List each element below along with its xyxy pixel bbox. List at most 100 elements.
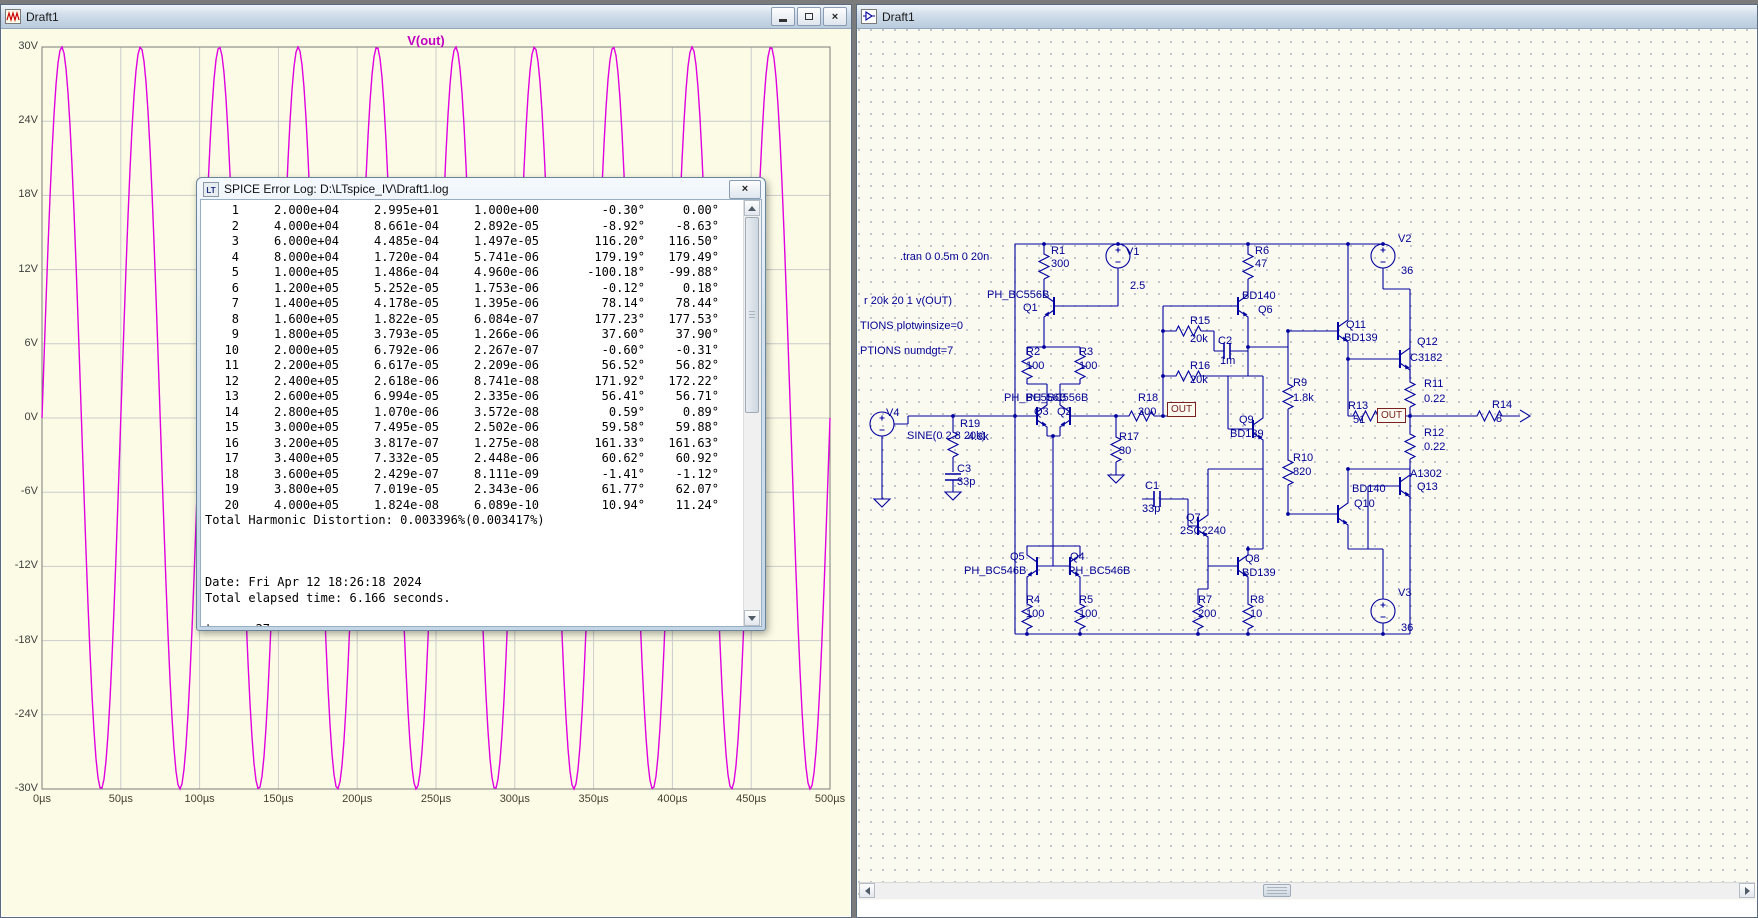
- vscroll-thumb[interactable]: [745, 217, 759, 413]
- spice-directive[interactable]: .tran 0 0.5m 0 20n: [900, 251, 989, 263]
- component-label[interactable]: 100: [1026, 360, 1044, 372]
- component-label[interactable]: R8: [1250, 594, 1264, 606]
- component-label[interactable]: BD139: [1230, 428, 1264, 440]
- component-label[interactable]: Q10: [1354, 498, 1375, 510]
- component-label[interactable]: R7: [1198, 594, 1212, 606]
- component-label[interactable]: BD139: [1242, 567, 1276, 579]
- component-label[interactable]: Q8: [1245, 553, 1260, 565]
- component-label[interactable]: Q11: [1346, 319, 1366, 331]
- component-label[interactable]: C3: [957, 463, 971, 475]
- error-log-close-button[interactable]: ×: [729, 180, 761, 199]
- component-label[interactable]: Q1: [1023, 302, 1038, 314]
- component-label[interactable]: C2: [1218, 335, 1232, 347]
- component-label[interactable]: 33p: [1142, 503, 1160, 515]
- hscroll-thumb[interactable]: [1263, 884, 1291, 897]
- out-port-flag[interactable]: OUT: [1167, 402, 1196, 417]
- spice-directive[interactable]: PTIONS numdgt=7: [860, 345, 953, 357]
- component-label[interactable]: Q2: [1057, 406, 1072, 418]
- component-label[interactable]: R14: [1492, 399, 1512, 411]
- component-label[interactable]: 10: [1250, 608, 1262, 620]
- error-log-titlebar[interactable]: LT SPICE Error Log: D:\LTspice_IV\Draft1…: [197, 178, 765, 199]
- component-label[interactable]: 820: [1293, 466, 1311, 478]
- component-label[interactable]: 33p: [957, 476, 975, 488]
- component-label[interactable]: BD139: [1344, 332, 1378, 344]
- scroll-right-button[interactable]: [1739, 883, 1755, 898]
- component-label[interactable]: Q3: [1034, 406, 1049, 418]
- component-label[interactable]: 0.22: [1424, 441, 1445, 453]
- component-label[interactable]: Q6: [1258, 304, 1273, 316]
- component-label[interactable]: V3: [1398, 587, 1411, 599]
- restore-button[interactable]: [797, 7, 821, 26]
- component-label[interactable]: Q12: [1417, 336, 1438, 348]
- component-label[interactable]: R5: [1079, 594, 1093, 606]
- component-label[interactable]: 100: [1079, 360, 1097, 372]
- component-label[interactable]: 51: [1353, 414, 1365, 426]
- scroll-left-button[interactable]: [859, 883, 875, 898]
- component-label[interactable]: R19: [960, 418, 980, 430]
- error-log-vscrollbar[interactable]: [743, 200, 761, 626]
- out-port-flag[interactable]: OUT: [1377, 408, 1406, 423]
- component-label[interactable]: R2: [1026, 346, 1040, 358]
- component-label[interactable]: 200: [1198, 608, 1216, 620]
- component-label[interactable]: Q13: [1417, 481, 1438, 493]
- component-label[interactable]: C1: [1145, 480, 1159, 492]
- component-label[interactable]: R6: [1255, 245, 1269, 257]
- component-label[interactable]: 36: [1401, 622, 1413, 634]
- close-button[interactable]: ×: [823, 7, 847, 26]
- component-label[interactable]: A1302: [1410, 468, 1442, 480]
- component-label[interactable]: Q5: [1010, 551, 1025, 563]
- component-label[interactable]: V1: [1126, 246, 1139, 258]
- component-label[interactable]: V2: [1398, 233, 1411, 245]
- component-label[interactable]: V4: [886, 407, 899, 419]
- component-label[interactable]: 8: [1496, 413, 1502, 425]
- component-label[interactable]: 0.22: [1424, 393, 1445, 405]
- component-label[interactable]: BD140: [1242, 290, 1276, 302]
- component-label[interactable]: R15: [1190, 315, 1210, 327]
- scroll-up-button[interactable]: [744, 200, 760, 216]
- schematic-canvas[interactable]: .tran 0 0.5m 0 20n r 20k 20 1 v(OUT) TIONS…: [858, 29, 1756, 900]
- schematic-window-titlebar[interactable]: Draft1: [857, 5, 1757, 29]
- component-label[interactable]: 1m: [1220, 355, 1235, 367]
- component-label[interactable]: Q9: [1239, 414, 1254, 426]
- scroll-down-button[interactable]: [744, 610, 760, 626]
- component-label[interactable]: R13: [1348, 400, 1368, 412]
- component-label[interactable]: 100: [1026, 608, 1044, 620]
- component-label[interactable]: R18: [1138, 392, 1158, 404]
- component-label[interactable]: R3: [1079, 346, 1093, 358]
- component-label[interactable]: Q7: [1186, 512, 1201, 524]
- component-label[interactable]: 2SC2240: [1180, 525, 1226, 537]
- component-label[interactable]: 36: [1401, 265, 1413, 277]
- component-label[interactable]: 20k: [1190, 333, 1208, 345]
- component-label[interactable]: 300: [1051, 258, 1069, 270]
- component-label[interactable]: 20k: [1190, 374, 1208, 386]
- component-label[interactable]: PH_BC556B: [987, 289, 1049, 301]
- component-label[interactable]: R9: [1293, 377, 1307, 389]
- component-label[interactable]: R16: [1190, 360, 1210, 372]
- component-label[interactable]: R12: [1424, 427, 1444, 439]
- component-label[interactable]: R17: [1119, 431, 1139, 443]
- minimize-button[interactable]: [771, 7, 795, 26]
- component-label[interactable]: 2.5: [1130, 280, 1145, 292]
- component-label[interactable]: R11: [1424, 378, 1443, 390]
- component-label[interactable]: BD140: [1352, 483, 1386, 495]
- component-label[interactable]: R10: [1293, 452, 1313, 464]
- component-label[interactable]: Q4: [1070, 551, 1085, 563]
- component-label[interactable]: 30: [1119, 445, 1131, 457]
- spice-directive[interactable]: r 20k 20 1 v(OUT): [864, 295, 952, 307]
- component-label[interactable]: PH_BC546B: [964, 565, 1026, 577]
- error-log-text[interactable]: 12.000e+042.995e+011.000e+00-0.30°0.00°2…: [201, 200, 744, 626]
- schematic-hscrollbar[interactable]: [859, 882, 1755, 899]
- component-label[interactable]: 1.8k: [1293, 392, 1314, 404]
- component-label[interactable]: R1: [1051, 245, 1065, 257]
- component-label[interactable]: PH_BC556B: [1026, 392, 1088, 404]
- component-label[interactable]: 300: [1138, 406, 1156, 418]
- component-label[interactable]: R4: [1026, 594, 1040, 606]
- component-label[interactable]: 47: [1255, 258, 1267, 270]
- waveform-window-titlebar[interactable]: Draft1 ×: [1, 5, 851, 29]
- component-label[interactable]: C3182: [1410, 352, 1442, 364]
- component-label[interactable]: 100: [1079, 608, 1097, 620]
- trace-title[interactable]: V(out): [2, 33, 850, 48]
- component-label[interactable]: 4.3k: [968, 431, 989, 443]
- spice-directive[interactable]: TIONS plotwinsize=0: [860, 320, 963, 332]
- component-label[interactable]: PH_BC546B: [1068, 565, 1130, 577]
